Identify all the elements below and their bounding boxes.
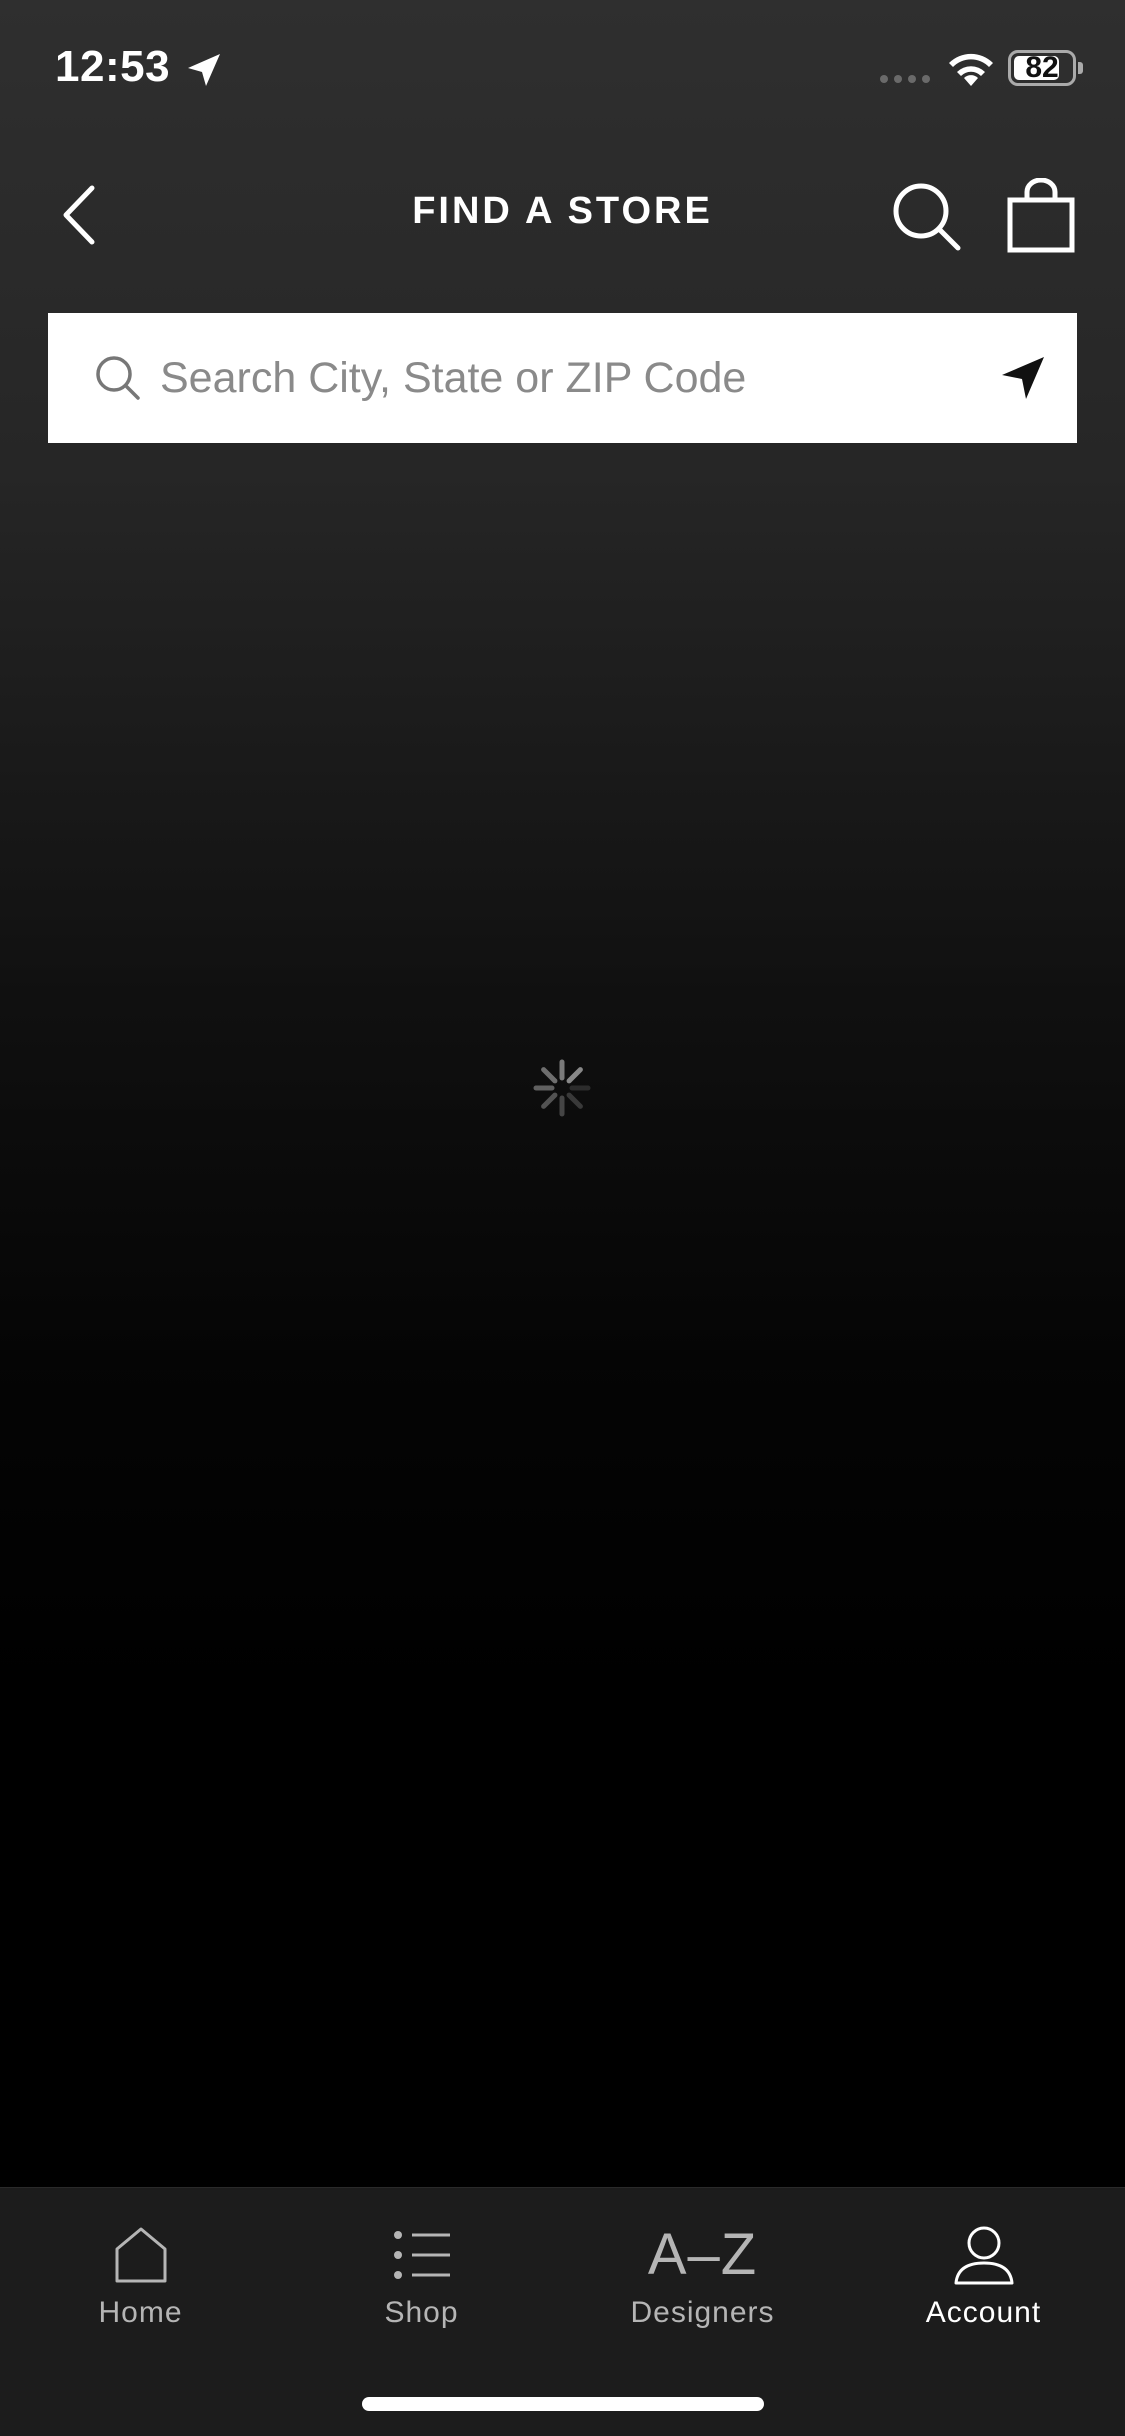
status-bar: 12:53 82 — [0, 0, 1125, 140]
tab-shop[interactable]: Shop — [281, 2188, 562, 2368]
home-indicator — [362, 2397, 764, 2411]
battery-level: 82 — [1025, 51, 1059, 84]
spinner-spoke — [566, 1092, 583, 1109]
spinner-spoke — [541, 1067, 558, 1084]
location-arrow-icon — [188, 54, 220, 86]
spinner-icon — [533, 1059, 591, 1117]
tab-home[interactable]: Home — [0, 2188, 281, 2368]
tab-shop-label: Shop — [384, 2296, 459, 2329]
tab-account-label: Account — [925, 2296, 1042, 2329]
wifi-icon — [949, 53, 993, 86]
search-button[interactable] — [890, 180, 964, 254]
battery-cap — [1078, 62, 1083, 74]
person-icon — [954, 2226, 1013, 2285]
tab-account[interactable]: Account — [843, 2188, 1124, 2368]
store-search-bar[interactable] — [48, 313, 1077, 443]
battery-icon: 82 — [1008, 50, 1076, 86]
locate-arrow-icon[interactable] — [998, 353, 1048, 403]
header: FIND A STORE — [0, 160, 1125, 270]
az-icon: A–Z — [647, 2222, 758, 2287]
list-icon — [393, 2231, 450, 2279]
home-icon — [115, 2227, 166, 2283]
tab-designers-label: Designers — [630, 2296, 775, 2329]
spinner-spoke — [541, 1092, 558, 1109]
spinner-spoke — [566, 1067, 583, 1084]
shopping-bag-button[interactable] — [1005, 178, 1077, 254]
search-icon — [893, 183, 961, 251]
tab-home-label: Home — [98, 2296, 183, 2329]
store-search-input[interactable] — [160, 333, 980, 423]
search-icon — [96, 356, 140, 400]
status-time: 12:53 — [55, 42, 171, 91]
signal-icon — [880, 75, 930, 83]
tab-designers[interactable]: A–Z Designers — [562, 2188, 843, 2368]
shopping-bag-icon — [1007, 178, 1075, 253]
